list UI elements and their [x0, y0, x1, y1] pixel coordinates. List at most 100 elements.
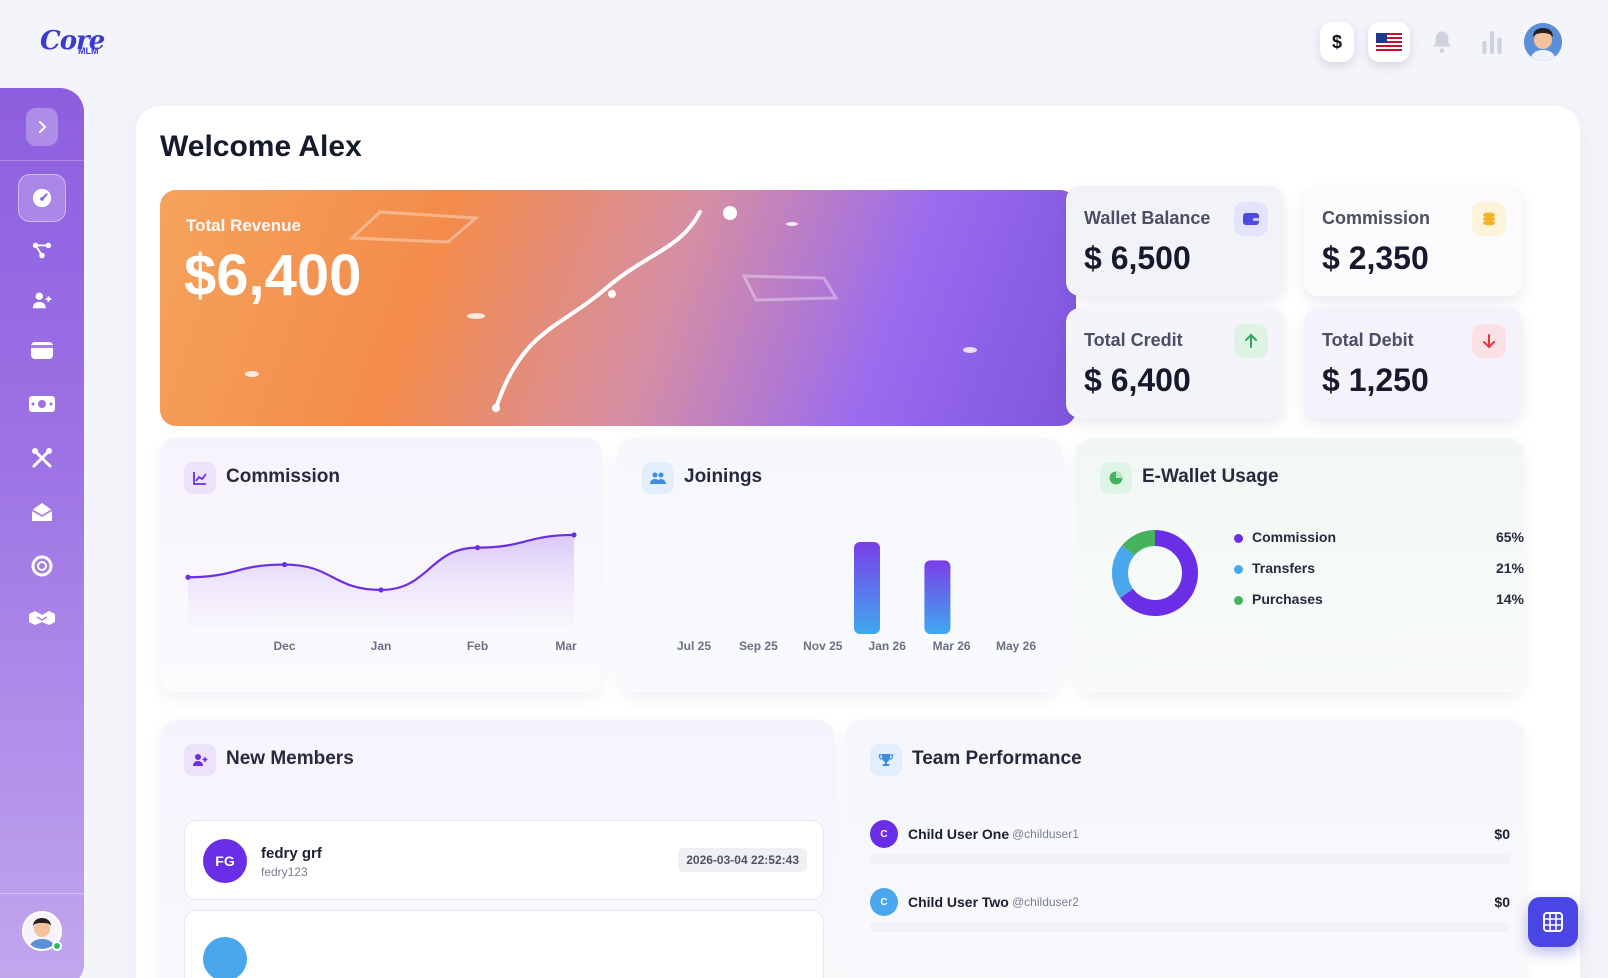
sidebar-divider: [0, 160, 84, 161]
commission-stat-card: Commission $ 2,350: [1304, 186, 1522, 296]
add-user-icon: [193, 754, 208, 766]
us-flag-icon: [1376, 33, 1402, 51]
team-member-amount: $0: [1494, 826, 1510, 842]
sidebar-item-dashboard[interactable]: [18, 174, 66, 222]
joinings-bar: [924, 560, 951, 634]
new-members-title: New Members: [226, 748, 354, 769]
ewallet-donut-chart: [1112, 530, 1198, 616]
commission-area-fill: [188, 534, 574, 628]
total-debit-card: Total Debit $ 1,250: [1304, 308, 1522, 418]
x-axis-label: Sep 25: [739, 639, 778, 653]
bar-chart-icon: [1482, 31, 1502, 54]
sidebar-item-mail[interactable]: [18, 488, 66, 536]
total-debit-label: Total Debit: [1322, 330, 1414, 350]
team-performance-card: Team Performance C Child User One @child…: [846, 720, 1524, 978]
x-axis-label: Jan 26: [869, 639, 907, 653]
pie-chart-icon: [1109, 471, 1123, 485]
legend-item-commission: Commission 65%: [1234, 528, 1524, 548]
top-bar: Core MLM $: [0, 0, 1608, 86]
x-axis-label: Nov 25: [803, 639, 843, 653]
legend-item-transfers: Transfers 21%: [1234, 559, 1524, 579]
legend-label: Commission: [1252, 529, 1337, 545]
member-join-date: 2026-03-04 22:52:43: [678, 848, 807, 872]
team-member-username: @childuser1: [1012, 827, 1079, 841]
member-username: fedry123: [261, 865, 308, 879]
chevron-right-icon: [39, 121, 47, 133]
member-list-item[interactable]: [184, 910, 824, 978]
sidebar-item-tools[interactable]: [18, 434, 66, 482]
commission-point: [185, 574, 191, 580]
member-avatar: [203, 937, 247, 978]
money-icon: [29, 396, 55, 412]
x-axis-label: Mar: [555, 639, 577, 653]
coins-icon: [1483, 212, 1495, 226]
ewallet-chart-badge: [1100, 462, 1132, 494]
sidebar-toggle-button[interactable]: [26, 108, 58, 146]
credit-badge: [1234, 324, 1268, 358]
main-panel: Welcome Alex Total Revenue $6,400 Wallet…: [136, 106, 1580, 978]
user-avatar[interactable]: [1524, 23, 1562, 61]
new-members-badge: [184, 744, 216, 776]
team-member-row[interactable]: C Child User Two @childuser2 $0: [870, 882, 1510, 932]
dashboard-icon: [32, 188, 52, 208]
joinings-chart-card: Joinings Jul 25 Sep 25 Nov 25 Jan 26 Mar 26 M…: [618, 438, 1062, 692]
sidebar-item-support[interactable]: [18, 542, 66, 590]
sidebar-item-partners[interactable]: [18, 594, 66, 642]
commission-stat-label: Commission: [1322, 208, 1431, 228]
total-credit-card: Total Credit $ 6,400: [1066, 308, 1284, 418]
team-member-avatar: C: [870, 820, 898, 848]
performance-bar: [870, 854, 1510, 864]
team-member-username: @childuser2: [1012, 895, 1079, 909]
stats-button[interactable]: [1474, 22, 1510, 62]
coins-badge: [1472, 202, 1506, 236]
x-axis-label: Feb: [467, 639, 488, 653]
wallet-balance-label: Wallet Balance: [1084, 208, 1211, 228]
sidebar-bottom-divider: [0, 893, 84, 894]
total-revenue-card: Total Revenue $6,400: [160, 190, 1076, 426]
add-user-icon: [32, 292, 52, 309]
commission-chart-card: Commission Dec Jan Feb Mar: [160, 438, 602, 692]
revenue-label: Total Revenue: [186, 216, 301, 235]
x-axis-label: Mar 26: [933, 639, 971, 653]
legend-item-purchases: Purchases 14%: [1234, 590, 1524, 610]
joinings-bar-chart: Jul 25 Sep 25 Nov 25 Jan 26 Mar 26 May 26: [677, 542, 1036, 653]
grid-icon: [1543, 912, 1563, 932]
commission-point: [378, 587, 384, 593]
team-member-amount: $0: [1494, 894, 1510, 910]
total-debit-value: $ 1,250: [1322, 362, 1429, 398]
sidebar-item-payouts[interactable]: [18, 380, 66, 428]
x-axis-label: Dec: [273, 639, 295, 653]
top-actions: $: [1320, 22, 1562, 62]
online-status-dot: [52, 941, 62, 951]
sidebar-item-network[interactable]: [18, 226, 66, 274]
x-axis-label: Jul 25: [677, 639, 711, 653]
team-member-name: Child User Two: [908, 894, 1009, 910]
revenue-value: $6,400: [184, 243, 362, 308]
language-button[interactable]: [1368, 22, 1410, 62]
sidebar-item-add-user[interactable]: [18, 276, 66, 324]
brand-logo[interactable]: Core MLM: [40, 26, 110, 60]
ewallet-legend: Commission 65% Transfers 21% Purchases 1…: [1234, 528, 1524, 618]
joinings-bar: [854, 542, 880, 634]
member-list-item[interactable]: FG fedry grf fedry123 2026-03-04 22:52:4…: [184, 820, 824, 900]
logo-sub-text: MLM: [78, 46, 99, 56]
team-performance-badge: [870, 744, 902, 776]
total-credit-label: Total Credit: [1084, 330, 1183, 350]
network-icon: [32, 242, 52, 259]
legend-label: Transfers: [1252, 560, 1316, 576]
trophy-icon: [878, 754, 894, 766]
new-members-card: New Members FG fedry grf fedry123 2026-0…: [160, 720, 834, 978]
team-member-name: Child User One: [908, 826, 1010, 842]
legend-dot: [1234, 534, 1243, 543]
team-member-avatar: C: [870, 888, 898, 916]
apps-grid-button[interactable]: [1528, 897, 1578, 947]
currency-button[interactable]: $: [1320, 22, 1354, 62]
legend-percent: 65%: [1495, 529, 1524, 545]
wallet-balance-card: Wallet Balance $ 6,500: [1066, 186, 1284, 296]
sidebar-item-wallet[interactable]: [18, 326, 66, 374]
x-axis-label: May 26: [996, 639, 1036, 653]
legend-percent: 14%: [1495, 591, 1524, 607]
notifications-button[interactable]: [1424, 22, 1460, 62]
team-member-row[interactable]: C Child User One @childuser1 $0: [870, 814, 1510, 864]
support-icon: [31, 555, 53, 577]
